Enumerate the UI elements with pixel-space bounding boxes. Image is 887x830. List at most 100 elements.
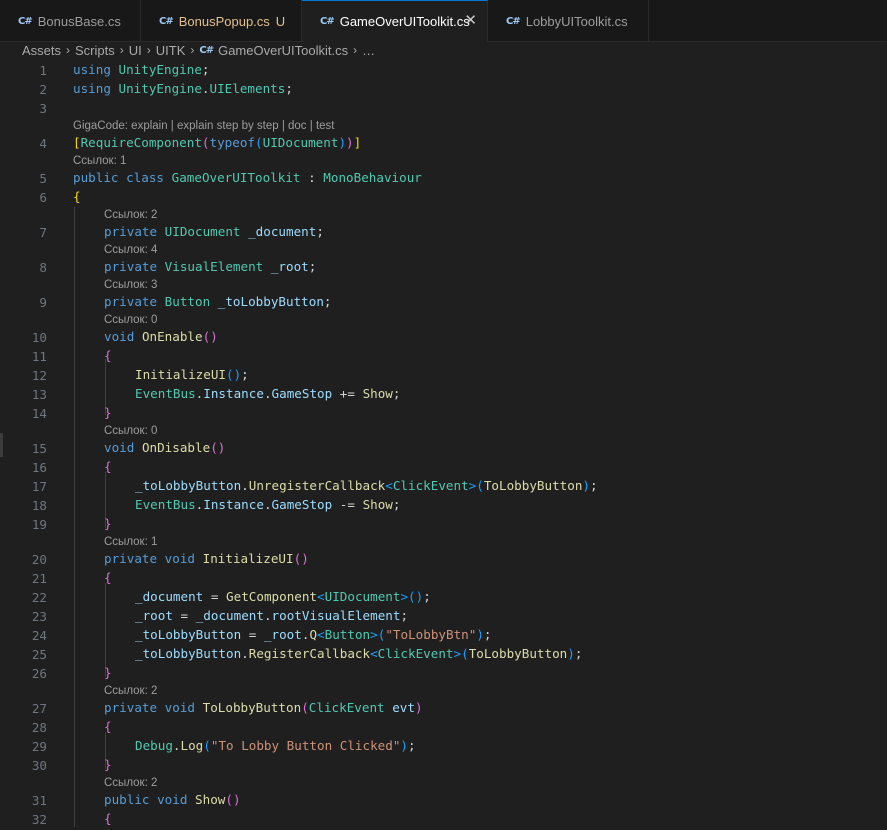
line-number: 23: [31, 609, 47, 624]
code-line: private Button _toLobbyButton;: [104, 294, 332, 309]
code-line: private void InitializeUI(): [104, 551, 309, 566]
line-number: 25: [31, 647, 47, 662]
code-line: InitializeUI();: [135, 367, 249, 382]
code-line: {: [104, 348, 112, 363]
line-number: 3: [39, 101, 47, 116]
chevron-right-icon: ›: [353, 43, 358, 57]
csharp-icon: C#: [199, 44, 214, 56]
breadcrumb: Assets › Scripts › UI › UITK › C# GameOv…: [22, 40, 882, 60]
code-line: private UIDocument _document;: [104, 224, 324, 239]
code-editor[interactable]: 1 2 3 4 5 6 7 8 9 10 11 12 13 14 15 16 1…: [0, 60, 887, 830]
close-icon[interactable]: ✕: [464, 13, 477, 29]
line-number: 14: [31, 406, 47, 421]
line-number: 12: [31, 368, 47, 383]
code-line: {: [104, 811, 112, 826]
chevron-right-icon: ›: [119, 43, 124, 57]
line-number: 2: [39, 82, 47, 97]
tab-label: GameOverUIToolkit.cs: [339, 14, 470, 29]
code-line: _toLobbyButton.RegisterCallback<ClickEve…: [135, 646, 583, 661]
code-line: EventBus.Instance.GameStop += Show;: [135, 386, 401, 401]
line-number: 24: [31, 628, 47, 643]
line-number: 27: [31, 701, 47, 716]
gigacode-lens[interactable]: GigaCode: explain | explain step by step…: [73, 120, 334, 132]
breadcrumb-item[interactable]: Scripts: [75, 43, 115, 58]
reference-count-lens[interactable]: Ссылок: 2: [104, 685, 157, 697]
code-line: {: [104, 570, 112, 585]
tab-label: LobbyUIToolkit.cs: [525, 13, 628, 29]
chevron-right-icon: ›: [146, 43, 151, 57]
code-line: }: [104, 516, 112, 531]
line-number: 4: [39, 136, 47, 151]
reference-count-lens[interactable]: Ссылок: 4: [104, 244, 157, 256]
code-line: using UnityEngine;: [73, 62, 210, 77]
code-line: _toLobbyButton = _root.Q<Button>("ToLobb…: [135, 627, 492, 642]
code-line: Debug.Log("To Lobby Button Clicked");: [135, 738, 416, 753]
line-number: 26: [31, 666, 47, 681]
tab-lobbyuitoolkit[interactable]: C# LobbyUIToolkit.cs: [488, 0, 649, 42]
reference-count-lens[interactable]: Ссылок: 2: [104, 777, 157, 789]
tab-bonuspopup[interactable]: C# BonusPopup.cs U: [141, 0, 302, 42]
line-number: 1: [39, 63, 47, 78]
csharp-icon: C#: [320, 16, 335, 27]
reference-count-lens[interactable]: Ссылок: 2: [104, 209, 157, 221]
line-number: 8: [39, 260, 47, 275]
breadcrumb-item[interactable]: UI: [129, 43, 142, 58]
tab-label: BonusBase.cs: [37, 13, 121, 29]
code-line: }: [104, 665, 112, 680]
untracked-badge: U: [275, 13, 286, 29]
line-number: 31: [31, 793, 47, 808]
line-number: 32: [31, 812, 47, 827]
reference-count-lens[interactable]: Ссылок: 1: [73, 155, 126, 167]
line-number: 10: [31, 330, 47, 345]
code-line: {: [104, 459, 112, 474]
line-number: 22: [31, 590, 47, 605]
line-number: 7: [39, 225, 47, 240]
reference-count-lens[interactable]: Ссылок: 0: [104, 314, 157, 326]
line-number: 21: [31, 571, 47, 586]
code-line: {: [104, 719, 112, 734]
chevron-right-icon: ›: [190, 43, 195, 57]
code-line: public void Show(): [104, 792, 241, 807]
indent-guide: [105, 583, 106, 677]
line-number: 30: [31, 758, 47, 773]
line-number: 29: [31, 739, 47, 754]
code-line: _root = _document.rootVisualElement;: [135, 608, 409, 623]
tab-gameoveruitoolkit[interactable]: C# GameOverUIToolkit.cs ✕: [302, 0, 488, 42]
line-number: 5: [39, 171, 47, 186]
line-number: 28: [31, 720, 47, 735]
code-line: }: [104, 757, 112, 772]
code-line: _document = GetComponent<UIDocument>();: [135, 589, 431, 604]
reference-count-lens[interactable]: Ссылок: 1: [104, 536, 157, 548]
line-number: 16: [31, 460, 47, 475]
line-number: 17: [31, 479, 47, 494]
line-number: 11: [31, 349, 47, 364]
breadcrumb-item[interactable]: …: [362, 43, 375, 58]
line-number: 13: [31, 387, 47, 402]
code-line: {: [73, 189, 81, 204]
code-line: private VisualElement _root;: [104, 259, 317, 274]
line-number: 18: [31, 498, 47, 513]
tab-bonusbase[interactable]: C# BonusBase.cs: [0, 0, 141, 42]
tab-label: BonusPopup.cs: [178, 13, 270, 29]
breadcrumb-item[interactable]: UITK: [156, 43, 186, 58]
code-line: EventBus.Instance.GameStop -= Show;: [135, 497, 401, 512]
line-number: 20: [31, 552, 47, 567]
line-number: 19: [31, 517, 47, 532]
indent-guide: [74, 207, 75, 827]
reference-count-lens[interactable]: Ссылок: 0: [104, 425, 157, 437]
code-line: void OnEnable(): [104, 329, 218, 344]
editor-tab-bar: C# BonusBase.cs C# BonusPopup.cs U C# Ga…: [0, 0, 887, 42]
line-number: 15: [31, 441, 47, 456]
breadcrumb-item[interactable]: Assets: [22, 43, 61, 58]
code-line: void OnDisable(): [104, 440, 226, 455]
reference-count-lens[interactable]: Ссылок: 3: [104, 279, 157, 291]
line-number: 6: [39, 190, 47, 205]
csharp-icon: C#: [506, 15, 521, 27]
line-number: 9: [39, 295, 47, 310]
code-line: public class GameOverUIToolkit : MonoBeh…: [73, 170, 422, 185]
breadcrumb-item[interactable]: GameOverUIToolkit.cs: [218, 43, 348, 58]
csharp-icon: C#: [159, 15, 174, 27]
code-line: using UnityEngine.UIElements;: [73, 81, 293, 96]
chevron-right-icon: ›: [66, 43, 71, 57]
csharp-icon: C#: [18, 15, 33, 27]
